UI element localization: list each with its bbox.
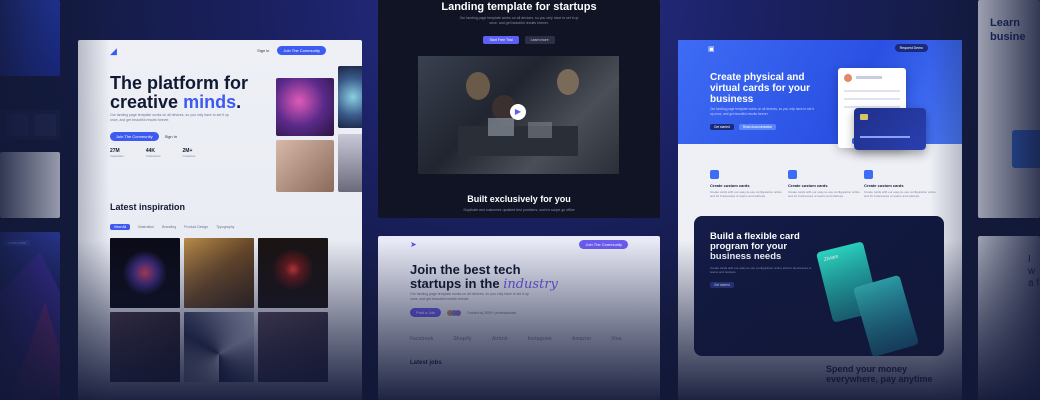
gallery-tile[interactable] <box>258 238 328 308</box>
brand-logos: Facebook Shopify Airbnb Instagram Amazon… <box>410 336 621 342</box>
top-nav: Join The Community <box>579 240 628 249</box>
hero-cta-group: Start Free Trial Learn more <box>378 36 660 44</box>
hero-artwork <box>338 134 362 192</box>
logo-icon[interactable]: ◢ <box>110 46 117 57</box>
left-preview-light <box>0 152 60 218</box>
card-icon <box>788 170 797 179</box>
left-preview-strip <box>0 110 60 140</box>
feature-item: Create custom cards Create cards with ou… <box>710 170 782 198</box>
brand-logo: Facebook <box>410 336 434 342</box>
tab-typography[interactable]: Typography <box>216 225 234 229</box>
gallery-tile[interactable] <box>110 238 180 308</box>
hero-artwork <box>276 140 334 192</box>
hero-title: Join the best tech startups in the indus… <box>410 263 570 292</box>
logo-icon[interactable]: ➤ <box>410 240 417 249</box>
right-preview-top: Learn busine <box>978 0 1040 218</box>
section-subtitle: Duplicate and customize updated test pro… <box>463 208 575 212</box>
hero-title-period: . <box>236 92 242 112</box>
get-started-button[interactable]: Get started <box>710 282 734 288</box>
showcase-stage: Learn more ◢ Sign in Join The Community … <box>0 0 1040 400</box>
gallery-tile[interactable] <box>184 312 254 382</box>
left-tile <box>6 114 28 136</box>
hero-title-highlight: minds <box>183 92 237 112</box>
get-started-button[interactable]: Get started <box>710 124 734 130</box>
footer-title: Spend your money everywhere, pay anytime <box>826 364 933 384</box>
gallery-tile[interactable] <box>110 312 180 382</box>
primary-cta-button[interactable]: Join The Community <box>110 132 159 141</box>
top-nav: Sign in Join The Community <box>257 46 326 55</box>
section-title: Build a flexible card program for your b… <box>710 231 800 262</box>
template-preview-jobs[interactable]: ➤ Join The Community Join the best tech … <box>378 236 660 400</box>
play-button[interactable]: ▶ <box>510 104 526 120</box>
brand-logo: Shopify <box>453 336 472 342</box>
primary-cta-button[interactable]: Start Free Trial <box>483 36 519 44</box>
docs-button[interactable]: Read documentation <box>738 124 777 130</box>
hero-title: The platform for creative minds. <box>110 74 280 112</box>
section-title: Latest jobs <box>410 360 442 366</box>
template-preview-startup[interactable]: Landing template for startups Our landin… <box>378 0 660 218</box>
card-icon <box>710 170 719 179</box>
section-title: Built exclusively for you <box>467 194 571 204</box>
hero-description: Our landing page template works on all d… <box>710 107 814 116</box>
hero-description: Our landing page template works on all d… <box>110 113 229 122</box>
brand-logo: Instagram <box>527 336 552 342</box>
brand-logo: Airbnb <box>491 336 508 342</box>
secondary-cta-link[interactable]: Sign In <box>165 134 177 139</box>
join-button[interactable]: Join The Community <box>277 46 326 55</box>
right-preview-bottom: I w a f <box>978 236 1040 400</box>
social-proof-text: Trusted by 300K+ professionals <box>466 310 517 315</box>
card-icon <box>864 170 873 179</box>
stats-row: 27M Inspiration 44K Collections 2M+ Creativ… <box>110 148 195 158</box>
template-preview-creative[interactable]: ◢ Sign in Join The Community The platfor… <box>78 40 362 400</box>
tab-view-all[interactable]: View All <box>110 224 131 230</box>
template-preview-fintech[interactable]: ▣ Request Demo Create physical and virtu… <box>678 40 962 400</box>
geometric-art <box>0 252 60 400</box>
hero-subtitle: Our landing page template works on all d… <box>459 16 579 25</box>
section-title: Latest inspiration <box>110 202 186 212</box>
hero-cta-group: Join The Community Sign In <box>110 132 177 141</box>
gallery-tile[interactable] <box>258 312 328 382</box>
hero-cta-group: Post a Job Trusted by 300K+ professional… <box>410 308 516 317</box>
card-brand: Zlvlate <box>823 253 840 264</box>
hero-title-line1: The platform for <box>110 73 248 93</box>
join-button[interactable]: Join The Community <box>579 240 628 249</box>
section-description: Create cards with our easy-to-use config… <box>710 266 812 274</box>
gallery-tile[interactable] <box>184 238 254 308</box>
hero-artwork <box>276 78 334 136</box>
hero-artwork <box>338 66 362 128</box>
tab-illustration[interactable]: Illustration <box>138 225 154 229</box>
secondary-cta-button[interactable]: Learn more <box>524 36 555 44</box>
hero-title-plain: creative <box>110 92 179 112</box>
left-preview-hero <box>0 0 60 76</box>
request-demo-button[interactable]: Request Demo <box>894 44 928 52</box>
brand-logo: Amazon <box>571 336 592 342</box>
virtual-card <box>854 108 926 150</box>
hero-title: Landing template for startups <box>441 1 597 13</box>
stat-item: 27M Inspiration <box>110 148 124 158</box>
tab-product-design[interactable]: Product Design <box>184 225 208 229</box>
category-tabs: View All Illustration Branding Product D… <box>110 224 234 230</box>
right-blue-card <box>1012 130 1040 168</box>
feature-item: Create custom cards Create cards with ou… <box>864 170 936 198</box>
stat-item: 2M+ Creatives <box>182 148 196 158</box>
left-tile <box>34 114 56 136</box>
tab-branding[interactable]: Branding <box>162 225 176 229</box>
right-title: I w a f <box>1028 254 1040 289</box>
avatar-group <box>446 309 461 316</box>
hero-description: Our landing page template works on all d… <box>410 292 529 301</box>
post-job-button[interactable]: Post a Job <box>410 308 441 317</box>
logo-icon[interactable]: ▣ <box>708 45 715 53</box>
brand-logo: Visa <box>611 336 622 342</box>
signin-link[interactable]: Sign in <box>257 48 269 53</box>
stat-item: 44K Collections <box>145 148 161 158</box>
card-program-section: Build a flexible card program for your b… <box>694 216 944 358</box>
feature-item: Create custom cards Create cards with ou… <box>788 170 860 198</box>
hero-title-italic: industry <box>503 277 558 292</box>
hero-title: Create physical and virtual cards for yo… <box>710 72 811 105</box>
left-preview-art: Learn more <box>0 232 60 400</box>
right-title: Learn busine <box>990 17 1026 43</box>
hero-cta-group: Get started Read documentation <box>710 124 777 130</box>
credit-card-teal <box>853 274 919 358</box>
